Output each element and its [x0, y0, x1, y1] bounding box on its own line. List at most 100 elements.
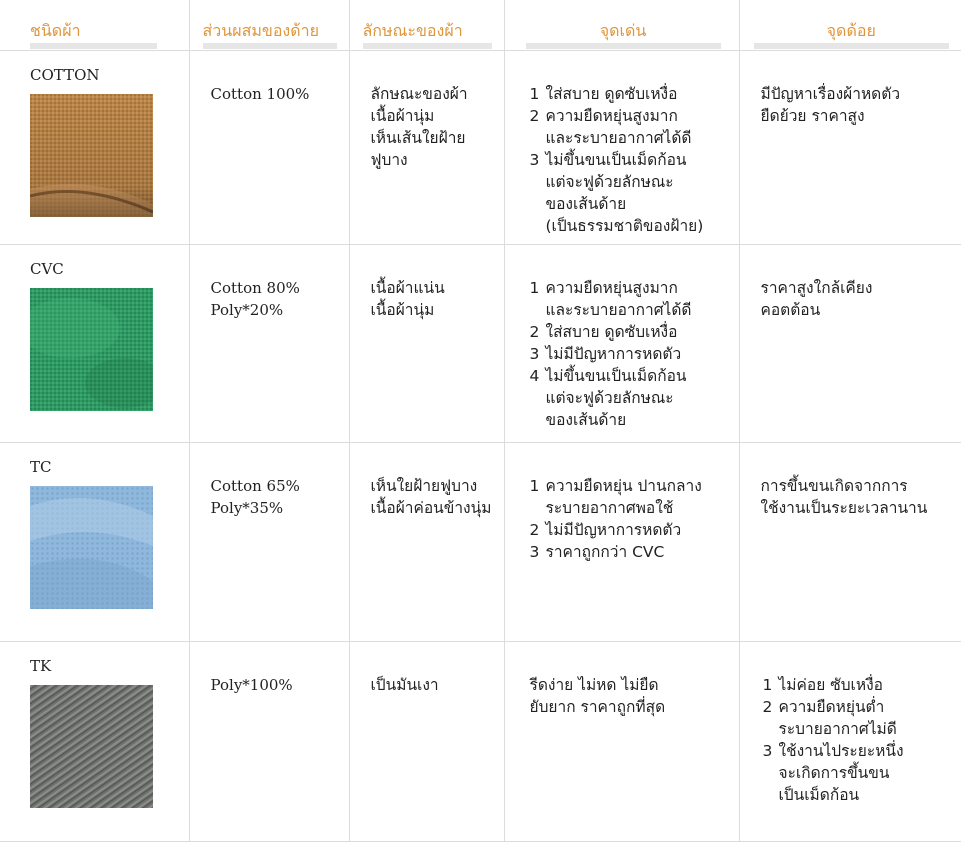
list-text: ราคาถูกกว่า CVC: [545, 543, 665, 562]
composition-cell: Cotton 100%: [188, 49, 350, 245]
list-text: ความยืดหยุ่นต่ำ: [778, 697, 885, 716]
characteristic-line: เนื้อผ้านุ่ม: [370, 106, 435, 125]
list-item: 1 ใส่สบาย ดูดซับเหงื่อ: [530, 83, 731, 105]
composition-line: Cotton 100%: [210, 84, 310, 103]
header-fabric-type: ชนิดผ้า: [30, 20, 157, 49]
list-item: 1 ไม่ค่อย ซับเหงื่อ: [763, 674, 954, 696]
pros-cell: รีดง่าย ไม่หด ไม่ยืด ยับยาก ราคาถูกที่สุ…: [503, 640, 740, 842]
list-text: ไม่มีปัญหาการหดตัว: [545, 344, 682, 363]
composition-line: Poly*100%: [210, 675, 293, 694]
characteristic-line: เป็นมันเงา: [370, 675, 439, 694]
fabric-name: COTTON: [30, 65, 100, 84]
cons-line: มีปัญหาเรื่องผ้าหดตัว: [760, 84, 901, 103]
cons-line: การขึ้นขนเกิดจากการ: [760, 477, 908, 496]
list-text: จะเกิดการขึ้นขน: [778, 763, 890, 782]
cons-cell: ราคาสูงใกล้เคียง คอตต้อน: [738, 243, 961, 444]
header-composition: ส่วนผสมของด้าย: [202, 20, 337, 49]
characteristic-line: ฟูบาง: [370, 150, 408, 169]
characteristics-cell: เป็นมันเงา: [348, 640, 505, 842]
list-item: 1 ความยืดหยุ่น ปานกลางระบายอากาศพอใช้: [530, 475, 731, 519]
list-item: 1 ความยืดหยุ่นสูงมากและระบายอากาศได้ดี: [530, 277, 731, 321]
list-number: 2: [529, 106, 540, 125]
list-number: 4: [529, 366, 540, 385]
list-number: 1: [529, 84, 540, 103]
list-text: ของเส้นด้าย: [545, 194, 627, 213]
characteristic-line: เนื้อผ้านุ่ม: [370, 300, 435, 319]
pros-cell: 1 ความยืดหยุ่น ปานกลางระบายอากาศพอใช้ 2 ไม…: [503, 442, 740, 642]
characteristics-cell: ลักษณะของผ้า เนื้อผ้านุ่ม เห็นเส้นใยฝ้าย…: [348, 49, 505, 245]
composition-line: Poly*35%: [210, 499, 284, 518]
list-text: แต่จะฟูด้วยลักษณะ: [545, 388, 674, 407]
list-number: 3: [529, 150, 540, 169]
list-text: ไม่ค่อย ซับเหงื่อ: [778, 675, 883, 694]
list-number: 3: [529, 344, 540, 363]
list-item: 3 ใช้งานไประยะหนึ่ง จะเกิดการขึ้นขน เป็นเม็…: [763, 740, 954, 806]
list-item: 3 ไม่มีปัญหาการหดตัว: [530, 343, 731, 365]
header-cell: ชนิดผ้า: [0, 0, 190, 51]
fabric-name-cell: TK: [0, 640, 190, 842]
list-text: ใช้งานไประยะหนึ่ง: [778, 741, 904, 760]
cons-cell: การขึ้นขนเกิดจากการ ใช้งานเป็นระยะเวลานา…: [738, 442, 961, 642]
header-row: ชนิดผ้า ส่วนผสมของด้าย ลักษณะของผ้า จุดเ…: [0, 0, 961, 51]
table-row: TC Cotton 65% Poly*35% เห็นใยฝ้ายฟูบาง เ…: [0, 442, 961, 642]
list-text: และระบายอากาศได้ดี: [545, 300, 692, 319]
cvc-fabric-image: [30, 287, 153, 411]
list-text: ระบายอากาศพอใช้: [545, 499, 674, 518]
list-text: ใส่สบาย ดูดซับเหงื่อ: [545, 84, 678, 103]
characteristic-line: ลักษณะของผ้า: [370, 84, 468, 103]
header-cons: จุดด้อย: [753, 20, 949, 49]
list-item: 2 ไม่มีปัญหาการหดตัว: [530, 519, 731, 541]
fabric-name: TK: [30, 656, 52, 675]
cons-line: คอตต้อน: [760, 300, 821, 319]
list-number: 1: [529, 278, 540, 297]
cons-cell: 1 ไม่ค่อย ซับเหงื่อ 2 ความยืดหยุ่นต่ำระบาย…: [738, 640, 961, 842]
characteristic-line: เนื้อผ้าแน่น: [370, 278, 445, 297]
composition-cell: Poly*100%: [188, 640, 350, 842]
list-item: 3 ไม่ขึ้นขนเป็นเม็ดก้อน แต่จะฟูด้วยลักษณะข…: [530, 149, 731, 237]
list-text: ความยืดหยุ่น ปานกลาง: [545, 477, 702, 496]
list-number: 3: [529, 543, 540, 562]
cons-line: ใช้งานเป็นระยะเวลานาน: [760, 499, 928, 518]
characteristics-cell: เห็นใยฝ้ายฟูบาง เนื้อผ้าค่อนข้างนุ่ม: [348, 442, 505, 642]
cons-line: ยืดย้วย ราคาสูง: [760, 106, 865, 125]
pros-line: ยับยาก ราคาถูกที่สุด: [529, 697, 666, 716]
fabric-name: CVC: [30, 259, 64, 278]
table-row: TK Poly*100% เป็นมันเงา รีดง่าย ไม่หด ไม…: [0, 640, 961, 842]
fabric-name-cell: TC: [0, 442, 190, 642]
composition-cell: Cotton 80% Poly*20%: [188, 243, 350, 444]
list-item: 4 ไม่ขึ้นขนเป็นเม็ดก้อน แต่จะฟูด้วยลักษณะข…: [530, 365, 731, 431]
pros-cell: 1 ใส่สบาย ดูดซับเหงื่อ 2 ความยืดหยุ่นสูงมา…: [503, 49, 740, 245]
list-text: ความยืดหยุ่นสูงมาก: [545, 106, 678, 125]
cons-cell: มีปัญหาเรื่องผ้าหดตัว ยืดย้วย ราคาสูง: [738, 49, 961, 245]
tk-fabric-image: [30, 684, 153, 808]
list-number: 2: [529, 521, 540, 540]
fabric-comparison-table: ชนิดผ้า ส่วนผสมของด้าย ลักษณะของผ้า จุดเ…: [0, 0, 961, 842]
characteristic-line: เห็นเส้นใยฝ้าย: [370, 128, 466, 147]
characteristic-line: เนื้อผ้าค่อนข้างนุ่ม: [370, 499, 492, 518]
list-number: 1: [529, 477, 540, 496]
list-number: 1: [762, 675, 773, 694]
fabric-name-cell: COTTON: [0, 49, 190, 245]
fabric-name: TC: [30, 458, 52, 477]
composition-line: Poly*20%: [210, 300, 284, 319]
list-number: 2: [762, 697, 773, 716]
composition-line: Cotton 80%: [210, 278, 300, 297]
pros-line: รีดง่าย ไม่หด ไม่ยืด: [529, 675, 659, 694]
header-cell: ลักษณะของผ้า: [348, 0, 505, 51]
cotton-fabric-image: [30, 93, 153, 217]
list-text: แต่จะฟูด้วยลักษณะ: [545, 172, 674, 191]
list-text: ความยืดหยุ่นสูงมาก: [545, 278, 678, 297]
header-cell: จุดด้อย: [738, 0, 961, 51]
pros-cell: 1 ความยืดหยุ่นสูงมากและระบายอากาศได้ดี 2ใ…: [503, 243, 740, 444]
composition-line: Cotton 65%: [210, 477, 300, 496]
fabric-name-cell: CVC: [0, 243, 190, 444]
table-row: COTTON Cotton 100% ลักษณะของผ้า เนื้อผ้า…: [0, 49, 961, 245]
header-characteristics: ลักษณะของผ้า: [362, 20, 492, 49]
cons-line: ราคาสูงใกล้เคียง: [760, 278, 873, 297]
list-text: ระบายอากาศไม่ดี: [778, 719, 897, 738]
list-number: 2: [529, 322, 540, 341]
characteristics-cell: เนื้อผ้าแน่น เนื้อผ้านุ่ม: [348, 243, 505, 444]
list-text: ใส่สบาย ดูดซับเหงื่อ: [545, 322, 678, 341]
list-text: ไม่มีปัญหาการหดตัว: [545, 521, 682, 540]
header-pros: จุดเด่น: [525, 20, 721, 49]
